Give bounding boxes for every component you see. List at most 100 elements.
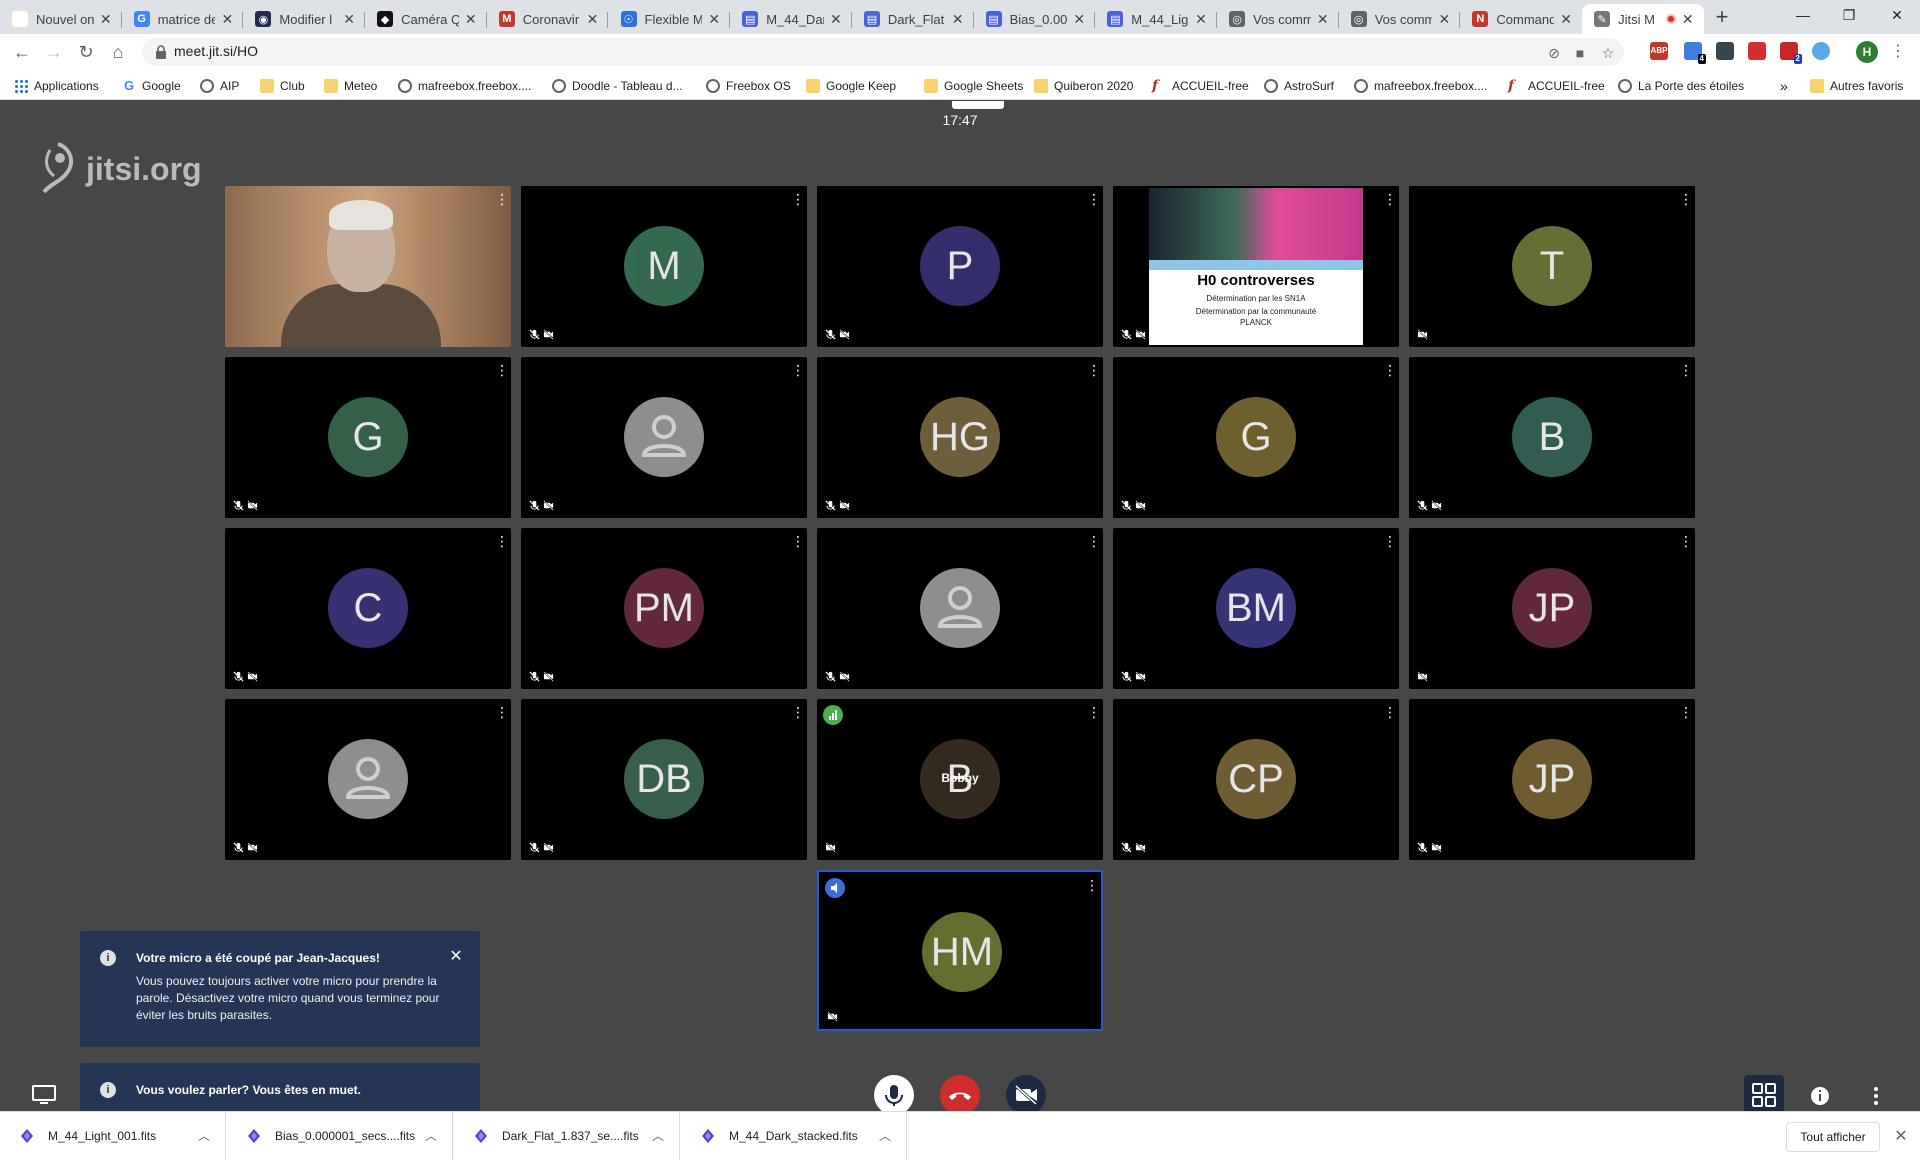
other-bookmarks-folder[interactable]: Autres favoris (1810, 77, 1903, 95)
browser-tab[interactable]: Gmatrice de ✕ (122, 4, 244, 34)
participant-tile[interactable]: HG ⋮ (817, 357, 1103, 518)
bookmark-item[interactable]: Google Keep (806, 77, 896, 95)
more-actions-button[interactable] (1862, 1082, 1890, 1110)
translate-icon[interactable]: ⊘ (1546, 45, 1562, 61)
close-tab-icon[interactable]: ✕ (950, 11, 966, 27)
tile-menu-icon[interactable]: ⋮ (791, 705, 805, 719)
tile-menu-icon[interactable]: ⋮ (1679, 705, 1693, 719)
browser-tab[interactable]: ▤ M_44_Dar ✕ (730, 4, 852, 34)
close-tab-icon[interactable]: ✕ (1436, 11, 1452, 27)
microphone-button[interactable] (874, 1075, 914, 1111)
close-tab-icon[interactable]: ✕ (1558, 11, 1574, 27)
participant-tile[interactable]: B Bobby ⋮ (817, 699, 1103, 860)
tile-menu-icon[interactable]: ⋮ (1679, 534, 1693, 548)
tile-menu-icon[interactable]: ⋮ (1383, 534, 1397, 548)
bookmark-star-icon[interactable]: ☆ (1600, 45, 1616, 61)
bookmark-item[interactable]: Meteo (324, 77, 377, 95)
browser-tab[interactable]: N Command ✕ (1460, 4, 1582, 34)
bookmark-item[interactable]: f ACCUEIL-free (1508, 77, 1605, 95)
participant-tile[interactable]: CP ⋮ (1113, 699, 1399, 860)
close-tab-icon[interactable]: ✕ (98, 11, 114, 27)
camera-button[interactable] (1006, 1075, 1046, 1111)
download-item[interactable]: Dark_Flat_1.837_se....fits ︿ (454, 1112, 680, 1160)
browser-tab[interactable]: ▤ Dark_Flat ✕ (852, 4, 974, 34)
browser-tab[interactable]: ◆ Caméra Q ✕ (365, 4, 487, 34)
participant-tile[interactable]: M ⋮ (521, 186, 807, 347)
participant-tile[interactable]: ⋮ (521, 357, 807, 518)
tile-menu-icon[interactable]: ⋮ (1087, 705, 1101, 719)
close-tab-icon[interactable]: ✕ (1680, 11, 1696, 27)
participant-tile[interactable]: PM ⋮ (521, 528, 807, 689)
browser-tab[interactable]: ▤ M_44_Ligh✕ (1095, 4, 1217, 34)
bookmark-item[interactable]: mafreebox.freebox.... (1354, 77, 1487, 95)
bookmark-item[interactable]: Google Sheets (924, 77, 1023, 95)
home-button[interactable]: ⌂ (106, 40, 130, 64)
close-tab-icon[interactable]: ✕ (341, 11, 357, 27)
participant-tile[interactable]: JP ⋮ (1409, 699, 1695, 860)
bookmark-item[interactable]: G Google (122, 77, 181, 95)
participant-tile[interactable]: JP ⋮ (1409, 528, 1695, 689)
participant-tile[interactable]: DB ⋮ (521, 699, 807, 860)
bookmark-item[interactable]: Doodle - Tableau d... (552, 77, 683, 95)
browser-tab[interactable]: ◉ Modifier l ✕ (243, 4, 366, 34)
participant-tile[interactable]: ⋮ (225, 186, 511, 347)
extension-icon-cloud[interactable] (1812, 42, 1830, 60)
camera-in-use-icon[interactable]: ■ (1572, 45, 1588, 61)
tile-menu-icon[interactable]: ⋮ (1087, 534, 1101, 548)
bookmark-item[interactable]: Freebox OS (706, 77, 791, 95)
close-tab-icon[interactable]: ✕ (706, 11, 722, 27)
participants-pill[interactable] (952, 101, 1004, 109)
tile-menu-icon[interactable]: ⋮ (1087, 363, 1101, 377)
participant-tile[interactable]: BM ⋮ (1113, 528, 1399, 689)
browser-menu-icon[interactable]: ⋮ (1886, 40, 1910, 64)
extension-icon-red[interactable] (1748, 42, 1766, 60)
bookmark-item[interactable]: AstroSurf (1264, 77, 1334, 95)
tile-menu-icon[interactable]: ⋮ (1679, 192, 1693, 206)
chevron-up-icon[interactable]: ︿ (879, 1127, 891, 1144)
participant-tile[interactable]: P ⋮ (817, 186, 1103, 347)
bookmark-item[interactable]: Quiberon 2020 (1034, 77, 1133, 95)
tile-menu-icon[interactable]: ⋮ (1383, 192, 1397, 206)
browser-tab[interactable]: ▤ Bias_0.000✕ (974, 4, 1096, 34)
tile-menu-icon[interactable]: ⋮ (1383, 363, 1397, 377)
participant-tile[interactable]: G ⋮ (1113, 357, 1399, 518)
tile-menu-icon[interactable]: ⋮ (1679, 363, 1693, 377)
participant-tile[interactable]: T ⋮ (1409, 186, 1695, 347)
download-item[interactable]: Bias_0.000001_secs....fits ︿ (227, 1112, 453, 1160)
close-tab-icon[interactable]: ✕ (1315, 11, 1331, 27)
back-button[interactable]: ← (10, 40, 34, 64)
download-item[interactable]: M_44_Light_001.fits ︿ (0, 1112, 226, 1160)
bookmarks-overflow-button[interactable]: » (1780, 77, 1788, 95)
bookmark-item[interactable]: f ACCUEIL-free (1152, 77, 1249, 95)
restore-button[interactable]: ❐ (1826, 0, 1872, 30)
bookmark-item[interactable]: Club (260, 77, 305, 95)
bookmark-item[interactable]: mafreebox.freebox.... (398, 77, 531, 95)
adblock-extension-icon[interactable]: ABP (1650, 42, 1668, 60)
close-tab-icon[interactable]: ✕ (463, 11, 479, 27)
tile-menu-icon[interactable]: ⋮ (1383, 705, 1397, 719)
chevron-up-icon[interactable]: ︿ (425, 1127, 437, 1144)
forward-button[interactable]: → (42, 40, 66, 64)
browser-tab[interactable]: ◎ Vos comm ✕ (1217, 4, 1339, 34)
screen-share-tile-icon[interactable] (32, 1085, 56, 1105)
profile-avatar[interactable]: H (1856, 41, 1878, 63)
participant-tile[interactable]: H0 controverses Détermination par les SN1… (1113, 186, 1399, 347)
tile-menu-icon[interactable]: ⋮ (495, 705, 509, 719)
tile-menu-icon[interactable]: ⋮ (791, 363, 805, 377)
close-window-button[interactable]: ✕ (1874, 0, 1920, 30)
chevron-up-icon[interactable]: ︿ (198, 1127, 210, 1144)
browser-tab[interactable]: M Coronavir ✕ (487, 4, 609, 34)
connection-quality-indicator[interactable] (823, 705, 843, 725)
info-button[interactable] (1806, 1082, 1834, 1110)
tile-menu-icon[interactable]: ⋮ (791, 192, 805, 206)
close-tab-icon[interactable]: ✕ (828, 11, 844, 27)
bookmark-item[interactable]: AIP (200, 77, 239, 95)
jitsi-watermark[interactable]: jitsi.org (36, 139, 202, 199)
chevron-up-icon[interactable]: ︿ (652, 1127, 664, 1144)
tile-menu-icon[interactable]: ⋮ (495, 363, 509, 377)
close-icon[interactable]: ✕ (1892, 1126, 1910, 1146)
new-tab-button[interactable]: + (1708, 4, 1736, 32)
participant-tile[interactable]: HM ⋮ (817, 870, 1103, 1031)
tile-menu-icon[interactable]: ⋮ (495, 192, 509, 206)
participant-tile[interactable]: ⋮ (817, 528, 1103, 689)
